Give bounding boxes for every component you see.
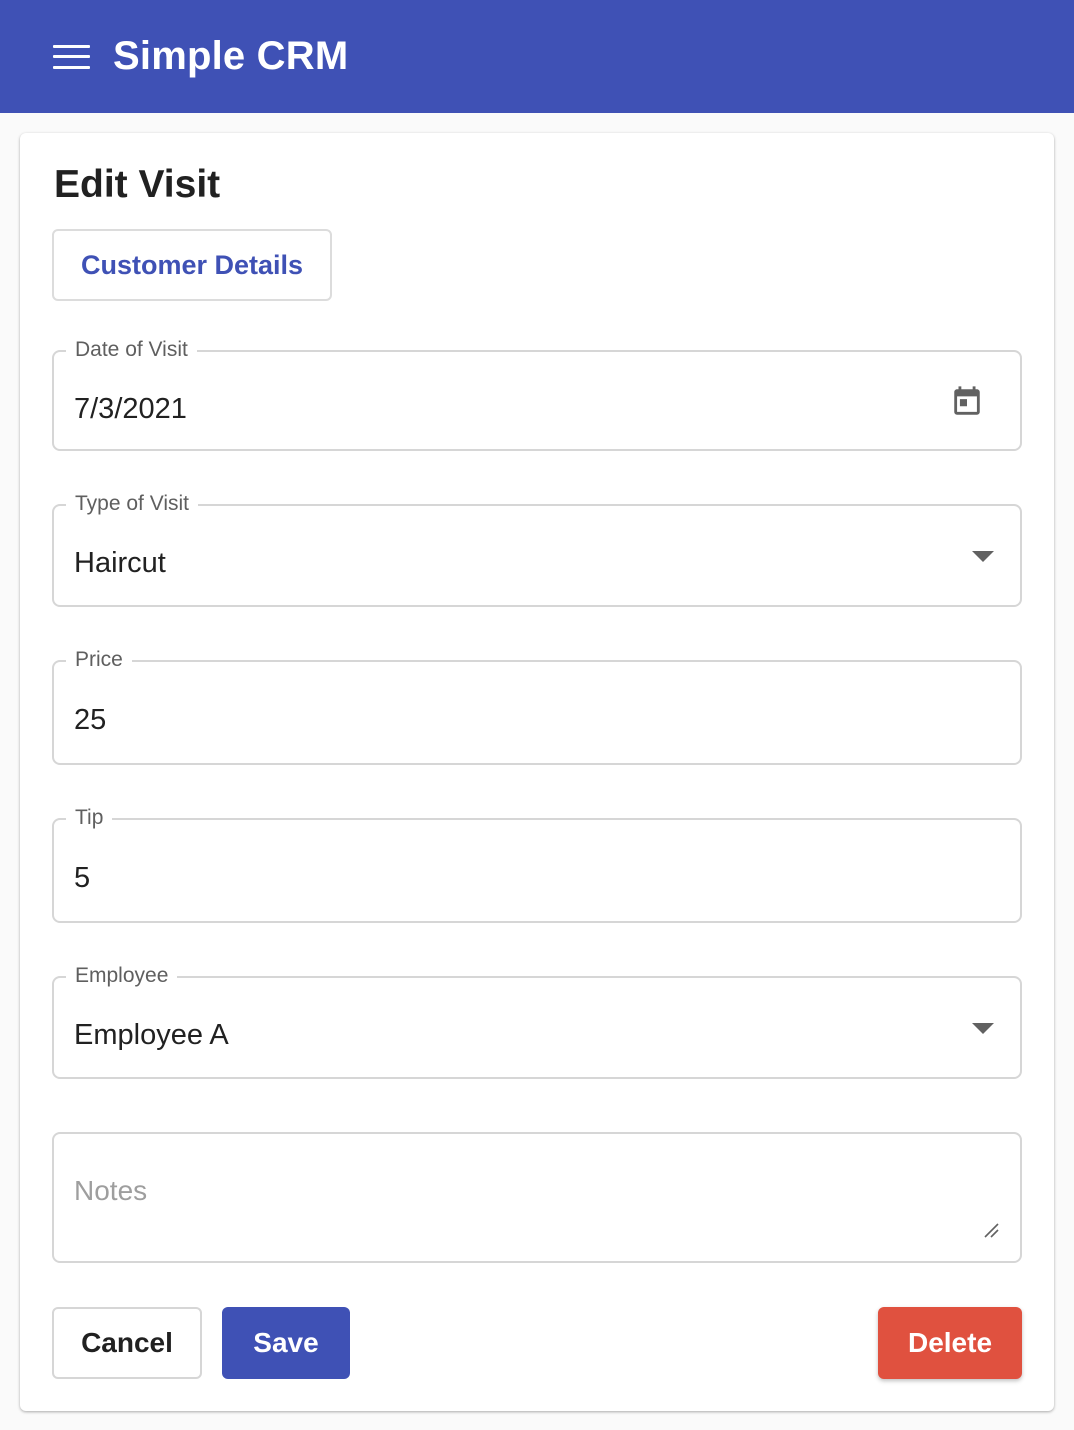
date-of-visit-field[interactable]: Date of Visit 7/3/2021 <box>52 336 1022 451</box>
menu-bar-line <box>53 44 90 48</box>
notes-placeholder: Notes <box>74 1175 148 1206</box>
calendar-icon[interactable] <box>950 384 984 420</box>
price-value: 25 <box>74 704 107 736</box>
arrow-drop-down-icon <box>972 551 994 562</box>
hamburger-menu-icon[interactable] <box>53 44 91 69</box>
employee-label: Employee <box>66 962 178 990</box>
menu-bar-line <box>53 65 90 69</box>
arrow-drop-down-icon <box>972 1023 994 1034</box>
type-of-visit-select[interactable]: Type of Visit Haircut <box>52 490 1022 607</box>
delete-button[interactable]: Delete <box>878 1307 1022 1379</box>
save-button[interactable]: Save <box>222 1307 350 1379</box>
employee-select[interactable]: Employee Employee A <box>52 962 1022 1079</box>
cancel-button[interactable]: Cancel <box>52 1307 202 1379</box>
resize-handle-icon[interactable] <box>982 1221 1000 1239</box>
tip-label: Tip <box>66 804 113 832</box>
app-title: Simple CRM <box>113 34 349 78</box>
edit-visit-card: Edit Visit Customer Details Date of Visi… <box>20 133 1054 1411</box>
date-of-visit-value: 7/3/2021 <box>74 393 187 425</box>
type-of-visit-value: Haircut <box>74 547 166 579</box>
notes-textarea[interactable]: Notes <box>52 1132 1022 1263</box>
menu-bar-line <box>53 55 90 58</box>
tip-value: 5 <box>74 862 91 894</box>
app-bar: Simple CRM <box>0 0 1074 113</box>
customer-details-button[interactable]: Customer Details <box>52 229 332 301</box>
date-of-visit-label: Date of Visit <box>66 336 197 364</box>
tip-field[interactable]: Tip 5 <box>52 804 1022 923</box>
type-of-visit-label: Type of Visit <box>66 490 199 518</box>
price-label: Price <box>66 646 132 674</box>
employee-value: Employee A <box>74 1019 229 1051</box>
page-title: Edit Visit <box>54 163 221 206</box>
price-field[interactable]: Price 25 <box>52 646 1022 765</box>
